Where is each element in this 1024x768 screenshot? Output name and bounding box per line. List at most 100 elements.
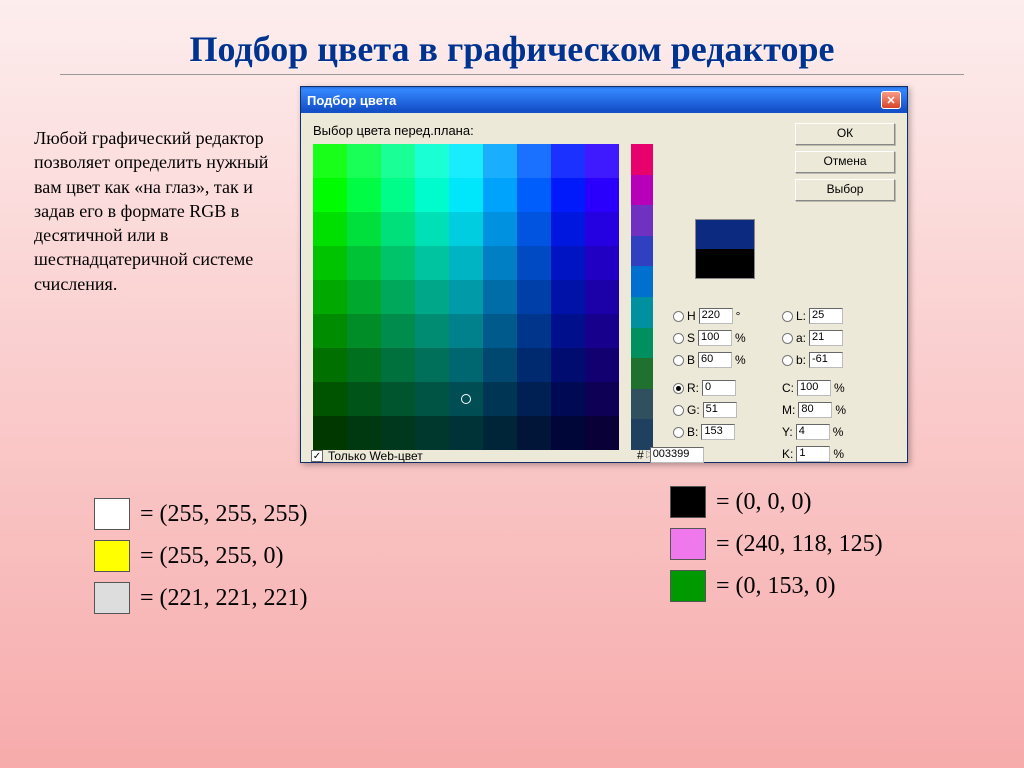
grid-cell[interactable] [381, 416, 415, 450]
grid-cell[interactable] [551, 416, 585, 450]
grid-cell[interactable] [517, 144, 551, 178]
grid-cell[interactable] [551, 348, 585, 382]
grid-cell[interactable] [449, 280, 483, 314]
grid-cell[interactable] [313, 348, 347, 382]
grid-cell[interactable] [483, 178, 517, 212]
cancel-button[interactable]: Отмена [795, 151, 895, 173]
r-field[interactable]: 0 [702, 380, 736, 396]
hue-cell[interactable] [631, 266, 653, 297]
grid-cell[interactable] [313, 212, 347, 246]
grid-cell[interactable] [381, 212, 415, 246]
grid-cell[interactable] [483, 382, 517, 416]
grid-cell[interactable] [449, 246, 483, 280]
grid-cell[interactable] [347, 212, 381, 246]
grid-cell[interactable] [313, 144, 347, 178]
grid-cell[interactable] [483, 144, 517, 178]
y-field[interactable]: 4 [796, 424, 830, 440]
radio-h[interactable] [673, 311, 684, 322]
color-grid[interactable] [313, 144, 619, 450]
labb-field[interactable]: -61 [809, 352, 843, 368]
grid-cell[interactable] [381, 144, 415, 178]
grid-cell[interactable] [347, 178, 381, 212]
g-field[interactable]: 51 [703, 402, 737, 418]
grid-cell[interactable] [381, 348, 415, 382]
grid-cell[interactable] [483, 280, 517, 314]
grid-cell[interactable] [449, 314, 483, 348]
web-only-checkbox[interactable]: ✓ [311, 450, 323, 462]
grid-cell[interactable] [381, 246, 415, 280]
grid-cell[interactable] [347, 416, 381, 450]
grid-cell[interactable] [313, 382, 347, 416]
grid-cell[interactable] [415, 144, 449, 178]
grid-cell[interactable] [381, 314, 415, 348]
grid-cell[interactable] [347, 314, 381, 348]
bri-field[interactable]: 60 [698, 352, 732, 368]
h-field[interactable]: 220 [699, 308, 733, 324]
l-field[interactable]: 25 [809, 308, 843, 324]
grid-cell[interactable] [415, 178, 449, 212]
grid-cell[interactable] [313, 246, 347, 280]
grid-cell[interactable] [517, 246, 551, 280]
grid-cell[interactable] [517, 348, 551, 382]
grid-cell[interactable] [415, 280, 449, 314]
hue-cell[interactable] [631, 358, 653, 389]
grid-cell[interactable] [381, 178, 415, 212]
grid-cell[interactable] [551, 178, 585, 212]
grid-cell[interactable] [585, 382, 619, 416]
grid-cell[interactable] [517, 416, 551, 450]
bval-field[interactable]: 153 [701, 424, 735, 440]
k-field[interactable]: 1 [796, 446, 830, 462]
grid-cell[interactable] [551, 144, 585, 178]
grid-cell[interactable] [585, 348, 619, 382]
s-field[interactable]: 100 [698, 330, 732, 346]
hue-cell[interactable] [631, 236, 653, 267]
radio-bv[interactable] [673, 427, 684, 438]
grid-cell[interactable] [449, 212, 483, 246]
grid-cell[interactable] [517, 212, 551, 246]
grid-cell[interactable] [313, 314, 347, 348]
grid-cell[interactable] [483, 416, 517, 450]
ok-button[interactable]: ОК [795, 123, 895, 145]
hue-cell[interactable] [631, 328, 653, 359]
radio-lab-b[interactable] [782, 355, 793, 366]
radio-l[interactable] [782, 311, 793, 322]
grid-cell[interactable] [585, 212, 619, 246]
hue-cell[interactable] [631, 144, 653, 175]
grid-cell[interactable] [551, 314, 585, 348]
grid-cell[interactable] [313, 178, 347, 212]
grid-cell[interactable] [517, 314, 551, 348]
radio-r[interactable] [673, 383, 684, 394]
grid-cell[interactable] [551, 382, 585, 416]
a-field[interactable]: 21 [809, 330, 843, 346]
titlebar[interactable]: Подбор цвета ✕ [301, 87, 907, 113]
hex-field[interactable]: 003399 [650, 447, 704, 463]
grid-cell[interactable] [585, 246, 619, 280]
grid-cell[interactable] [415, 416, 449, 450]
grid-cell[interactable] [449, 144, 483, 178]
grid-cell[interactable] [313, 416, 347, 450]
grid-cell[interactable] [483, 246, 517, 280]
grid-cell[interactable] [347, 348, 381, 382]
grid-cell[interactable] [415, 382, 449, 416]
hue-cell[interactable] [631, 297, 653, 328]
grid-cell[interactable] [551, 246, 585, 280]
grid-cell[interactable] [517, 382, 551, 416]
hue-cell[interactable] [631, 205, 653, 236]
grid-cell[interactable] [449, 348, 483, 382]
grid-cell[interactable] [585, 280, 619, 314]
grid-cell[interactable] [415, 212, 449, 246]
hue-cell[interactable] [631, 389, 653, 420]
radio-g[interactable] [673, 405, 684, 416]
radio-s[interactable] [673, 333, 684, 344]
hue-cell[interactable] [631, 175, 653, 206]
grid-cell[interactable] [347, 280, 381, 314]
grid-cell[interactable] [449, 382, 483, 416]
m-field[interactable]: 80 [798, 402, 832, 418]
grid-cell[interactable] [551, 280, 585, 314]
grid-cell[interactable] [449, 416, 483, 450]
grid-cell[interactable] [585, 416, 619, 450]
grid-cell[interactable] [585, 144, 619, 178]
grid-cell[interactable] [585, 178, 619, 212]
grid-cell[interactable] [551, 212, 585, 246]
grid-cell[interactable] [483, 212, 517, 246]
